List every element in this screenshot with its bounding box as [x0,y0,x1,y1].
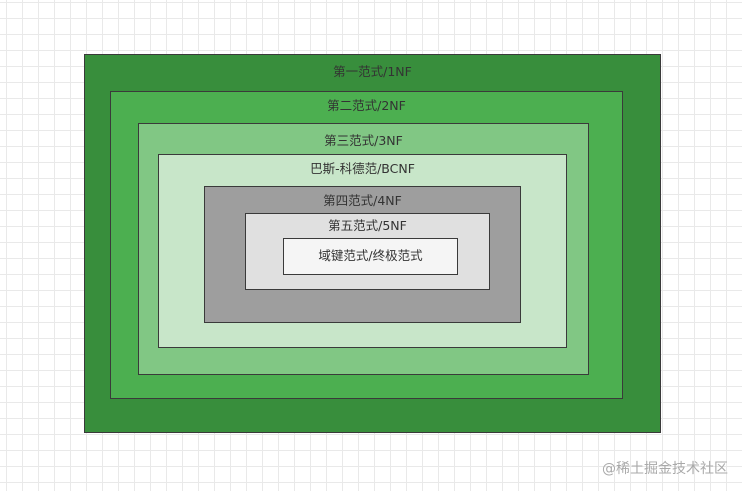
level-2nf-label: 第二范式/2NF [327,98,406,113]
level-bcnf-label: 巴斯-科德范/BCNF [310,161,415,176]
level-dknf-label: 域键范式/终极范式 [318,248,423,263]
level-3nf-label: 第三范式/3NF [324,133,403,148]
level-5nf-label: 第五范式/5NF [328,218,407,233]
level-1nf-label: 第一范式/1NF [333,64,412,79]
watermark: @稀土掘金技术社区 [602,461,728,477]
level-4nf-label: 第四范式/4NF [323,193,402,208]
level-dknf-box: 域键范式/终极范式 [283,238,458,275]
